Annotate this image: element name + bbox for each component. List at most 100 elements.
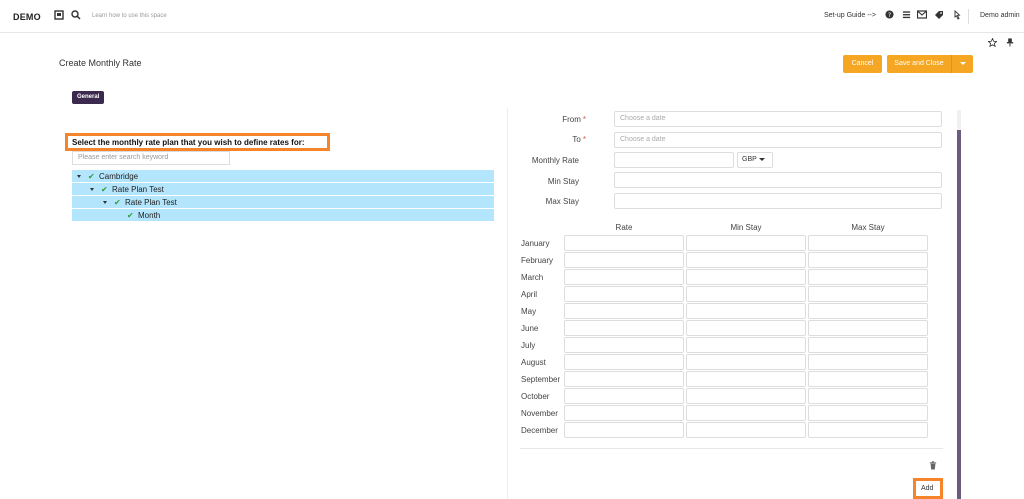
search-input[interactable]: Please enter search keyword — [72, 151, 230, 165]
max-stay-input[interactable] — [808, 269, 928, 285]
tab-general[interactable]: General — [72, 91, 105, 104]
min-stay-input[interactable] — [686, 371, 806, 387]
min-stay-input[interactable] — [686, 252, 806, 268]
max-stay-input[interactable] — [808, 354, 928, 370]
from-date-input[interactable]: Choose a date — [614, 111, 942, 127]
min-stay-input[interactable] — [686, 286, 806, 302]
rate-input[interactable] — [564, 269, 684, 285]
min-stay-input[interactable] — [686, 235, 806, 251]
mail-icon[interactable] — [916, 10, 928, 22]
rate-input[interactable] — [564, 405, 684, 421]
min-stay-input[interactable] — [686, 354, 806, 370]
expand-icon[interactable] — [77, 175, 81, 178]
month-label: December — [521, 426, 558, 435]
min-stay-input[interactable] — [686, 320, 806, 336]
save-options-dropdown[interactable] — [951, 55, 973, 73]
book-icon[interactable] — [53, 10, 65, 22]
max-stay-input[interactable] — [808, 422, 928, 438]
month-label: July — [521, 341, 536, 350]
setup-guide-link[interactable]: Set-up Guide --> — [824, 12, 876, 19]
max-stay-input[interactable] — [808, 320, 928, 336]
rate-input[interactable] — [564, 303, 684, 319]
check-icon: ✔ — [127, 211, 134, 220]
month-label: November — [521, 409, 558, 418]
check-icon: ✔ — [114, 198, 121, 207]
min-stay-input[interactable] — [686, 303, 806, 319]
click-icon[interactable] — [951, 9, 963, 22]
tree-node-cambridge[interactable]: ✔ Cambridge — [72, 170, 494, 183]
tree-node-rate-plan-child[interactable]: ✔ Rate Plan Test — [72, 196, 494, 209]
max-stay-input[interactable] — [808, 371, 928, 387]
trash-icon[interactable] — [929, 461, 937, 472]
month-label: September — [521, 375, 561, 384]
month-label: June — [521, 324, 539, 333]
add-button[interactable]: Add — [921, 485, 933, 492]
rate-input[interactable] — [564, 422, 684, 438]
rate-input[interactable] — [564, 286, 684, 302]
tree-node-month[interactable]: ✔ Month — [72, 209, 494, 222]
grid-header-min-stay: Min Stay — [730, 223, 762, 232]
cancel-button[interactable]: Cancel — [843, 55, 882, 73]
tree-node-label: Month — [138, 211, 161, 220]
help-icon[interactable]: ? — [883, 10, 895, 22]
monthly-rate-label: Monthly Rate — [531, 156, 579, 165]
max-stay-input[interactable] — [808, 303, 928, 319]
menu-icon[interactable] — [900, 10, 912, 22]
month-label: May — [521, 307, 537, 316]
grid-header-rate: Rate — [615, 223, 633, 232]
max-stay-input[interactable] — [808, 405, 928, 421]
currency-select[interactable]: GBP — [737, 152, 773, 168]
min-stay-input[interactable] — [686, 269, 806, 285]
max-stay-input[interactable] — [808, 252, 928, 268]
top-navbar: DEMO Learn how to use this space Set-up … — [0, 0, 1024, 33]
pin-icon[interactable] — [1006, 38, 1014, 49]
chevron-down-icon — [959, 61, 966, 65]
rate-input[interactable] — [564, 354, 684, 370]
monthly-rate-input[interactable] — [614, 152, 734, 168]
page-title: Create Monthly Rate — [59, 58, 142, 68]
divider — [520, 448, 943, 449]
from-label: From * — [562, 115, 586, 124]
max-stay-input[interactable] — [808, 388, 928, 404]
brand-logo[interactable]: DEMO — [13, 12, 41, 22]
rate-input[interactable] — [564, 337, 684, 353]
max-stay-input[interactable] — [614, 193, 942, 209]
max-stay-input[interactable] — [808, 337, 928, 353]
tree-node-label: Cambridge — [99, 172, 139, 181]
chevron-down-icon — [758, 157, 765, 161]
tree-node-rate-plan[interactable]: ✔ Rate Plan Test — [72, 183, 494, 196]
month-label: February — [521, 256, 554, 265]
month-label: January — [521, 239, 550, 248]
month-label: October — [521, 392, 550, 401]
star-icon[interactable] — [987, 37, 998, 49]
min-stay-label: Min Stay — [547, 177, 579, 186]
save-and-close-button[interactable]: Save and Close — [887, 55, 951, 73]
month-label: March — [521, 273, 544, 282]
expand-icon[interactable] — [103, 201, 107, 204]
rate-input[interactable] — [564, 371, 684, 387]
rate-input[interactable] — [564, 388, 684, 404]
min-stay-input[interactable] — [614, 172, 942, 188]
check-icon: ✔ — [88, 172, 95, 181]
max-stay-input[interactable] — [808, 286, 928, 302]
rate-input[interactable] — [564, 235, 684, 251]
svg-text:?: ? — [887, 12, 890, 19]
scrollbar-thumb[interactable] — [957, 130, 961, 499]
to-label: To * — [572, 135, 586, 144]
month-label: August — [521, 358, 546, 367]
min-stay-input[interactable] — [686, 422, 806, 438]
learn-link[interactable]: Learn how to use this space — [92, 13, 167, 19]
topbar-divider — [968, 9, 969, 24]
user-menu[interactable]: Demo admin — [980, 12, 1020, 19]
expand-icon[interactable] — [90, 188, 94, 191]
max-stay-label: Max Stay — [545, 197, 579, 206]
rate-input[interactable] — [564, 252, 684, 268]
min-stay-input[interactable] — [686, 337, 806, 353]
search-icon[interactable] — [70, 10, 82, 22]
to-date-input[interactable]: Choose a date — [614, 132, 942, 148]
min-stay-input[interactable] — [686, 405, 806, 421]
tag-icon[interactable] — [933, 10, 945, 22]
min-stay-input[interactable] — [686, 388, 806, 404]
rate-input[interactable] — [564, 320, 684, 336]
max-stay-input[interactable] — [808, 235, 928, 251]
